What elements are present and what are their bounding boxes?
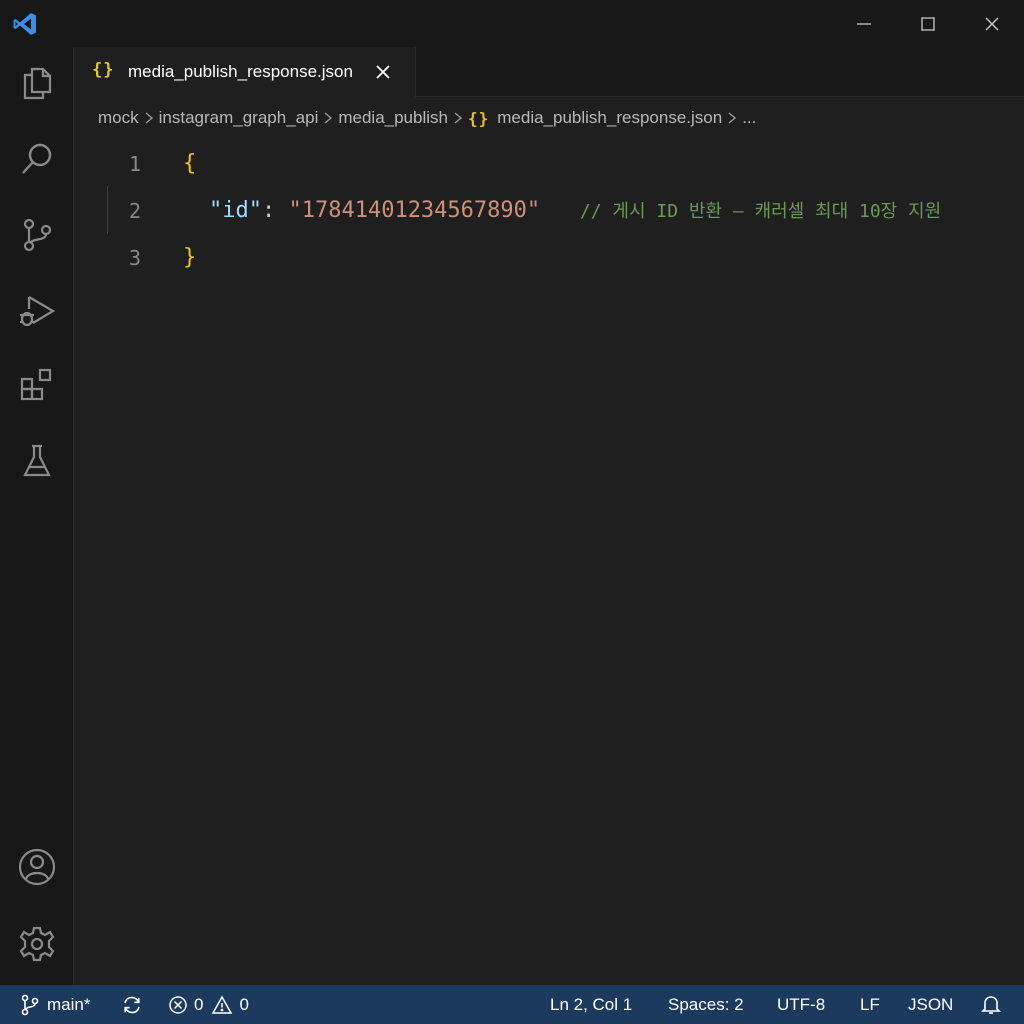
json-string-value: "17841401234567890" bbox=[288, 198, 541, 223]
encoding-status[interactable]: UTF-8 bbox=[777, 985, 825, 1024]
maximize-icon bbox=[921, 16, 935, 31]
json-key: "id" bbox=[209, 198, 262, 223]
tab-label: media_publish_response.json bbox=[128, 62, 353, 81]
error-icon bbox=[169, 995, 187, 1014]
explorer-icon bbox=[23, 67, 52, 100]
code-editor[interactable]: 1 { 2 "id": "17841401234567890" // 게시 ID… bbox=[75, 140, 1024, 985]
code-line: 1 { bbox=[75, 140, 1024, 188]
warning-count: 0 bbox=[239, 994, 249, 1014]
language-mode[interactable]: JSON bbox=[908, 985, 953, 1024]
close-icon[interactable] bbox=[374, 63, 392, 81]
search-icon bbox=[22, 143, 52, 174]
line-content: { bbox=[183, 140, 196, 188]
account-icon bbox=[18, 848, 56, 886]
breadcrumb-item-instagram-graph-api[interactable]: instagram_graph_api bbox=[159, 108, 319, 128]
git-branch-status[interactable]: main* bbox=[20, 985, 90, 1024]
eol-status[interactable]: LF bbox=[860, 985, 880, 1024]
indent-guide bbox=[107, 186, 108, 234]
open-brace: { bbox=[183, 151, 197, 176]
activity-settings[interactable] bbox=[0, 914, 74, 974]
warning-icon bbox=[212, 994, 233, 1014]
breadcrumb-item-media-publish[interactable]: media_publish bbox=[338, 108, 448, 128]
breadcrumb-item-file[interactable]: media_publish_response.json bbox=[497, 108, 722, 128]
line-number: 3 bbox=[128, 246, 141, 270]
source-control-icon bbox=[23, 218, 52, 252]
sync-icon bbox=[124, 996, 140, 1013]
chevron-right-icon bbox=[139, 111, 159, 125]
git-branch-icon bbox=[21, 994, 39, 1015]
status-bar: main* 0 0 Ln 2, Col 1 Spaces: 2 UTF-8 LF… bbox=[0, 985, 1024, 1024]
line-content: "id": "17841401234567890" // 게시 ID 반환 – … bbox=[209, 187, 941, 236]
maximize-button[interactable] bbox=[896, 0, 960, 47]
breadcrumb-item-more[interactable]: ... bbox=[742, 108, 756, 128]
settings-gear-icon bbox=[19, 926, 55, 962]
activity-explorer[interactable] bbox=[0, 53, 74, 113]
activity-source-control[interactable] bbox=[0, 205, 74, 265]
activity-extensions[interactable] bbox=[0, 355, 74, 415]
error-count: 0 bbox=[194, 994, 204, 1014]
tab-media-publish-response[interactable]: {} media_publish_response.json bbox=[74, 47, 416, 97]
vscode-logo-icon bbox=[13, 13, 36, 35]
chevron-right-icon bbox=[722, 111, 742, 125]
line-number: 2 bbox=[128, 199, 141, 223]
code-comment: // 게시 ID 반환 – 캐러셀 최대 10장 지원 bbox=[579, 201, 942, 222]
line-content: } bbox=[183, 234, 196, 282]
close-icon bbox=[985, 17, 999, 30]
line-number: 1 bbox=[128, 152, 141, 176]
activity-account[interactable] bbox=[0, 837, 74, 897]
close-brace: } bbox=[183, 245, 197, 270]
activity-search[interactable] bbox=[0, 129, 74, 189]
sync-button[interactable] bbox=[121, 985, 143, 1024]
json-file-icon: {} bbox=[467, 108, 490, 128]
bell-icon bbox=[981, 995, 1001, 1014]
title-bar bbox=[0, 0, 1024, 47]
activity-run-debug[interactable] bbox=[0, 281, 74, 341]
testing-icon bbox=[23, 444, 51, 477]
problems-status[interactable]: 0 0 bbox=[168, 985, 249, 1024]
indentation-status[interactable]: Spaces: 2 bbox=[668, 985, 744, 1024]
chevron-right-icon bbox=[318, 111, 338, 125]
json-colon: : bbox=[261, 198, 289, 223]
extensions-icon bbox=[20, 368, 52, 401]
code-line: 2 "id": "17841401234567890" // 게시 ID 반환 … bbox=[75, 187, 1024, 235]
json-file-icon: {} bbox=[92, 60, 115, 80]
close-window-button[interactable] bbox=[960, 0, 1024, 47]
breadcrumb: mock instagram_graph_api media_publish {… bbox=[98, 105, 756, 131]
activity-bar bbox=[0, 47, 74, 985]
minimize-button[interactable] bbox=[832, 0, 896, 47]
cursor-position[interactable]: Ln 2, Col 1 bbox=[550, 985, 632, 1024]
activity-testing[interactable] bbox=[0, 431, 74, 491]
notifications-button[interactable] bbox=[981, 985, 1001, 1024]
code-line: 3 } bbox=[75, 234, 1024, 282]
minimize-icon bbox=[857, 22, 871, 25]
branch-name: main* bbox=[47, 994, 91, 1014]
breadcrumb-item-mock[interactable]: mock bbox=[98, 108, 139, 128]
tab-bar: {} media_publish_response.json bbox=[74, 47, 1024, 97]
chevron-right-icon bbox=[448, 111, 468, 125]
run-debug-icon bbox=[20, 296, 56, 327]
